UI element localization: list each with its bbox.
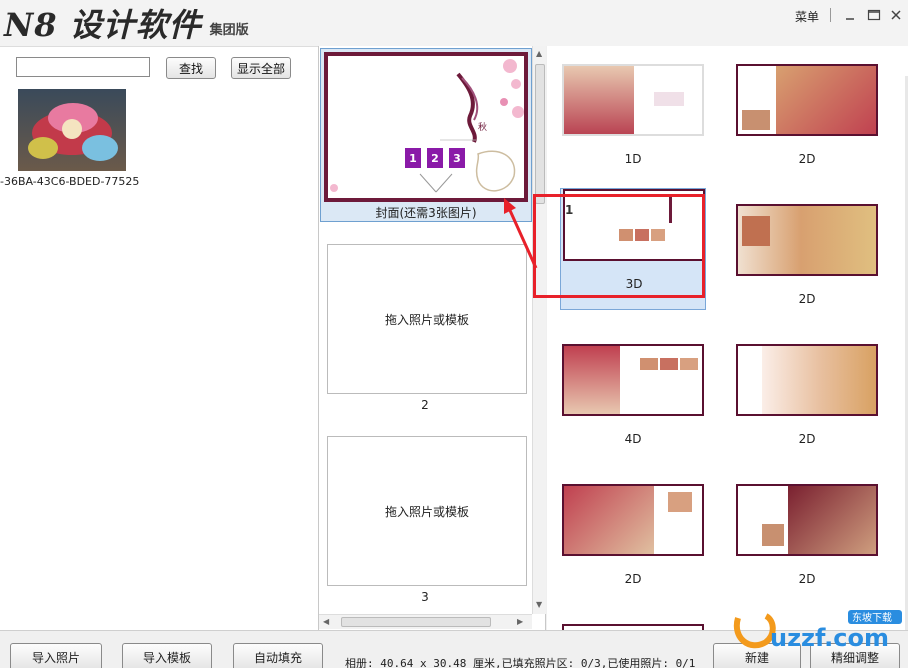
template-preview	[563, 189, 705, 261]
template-label: 1D	[624, 152, 642, 166]
template-preview	[736, 344, 878, 416]
maximize-icon[interactable]	[864, 6, 884, 24]
photo-filename: -36BA-43C6-BDED-77525	[0, 175, 140, 188]
search-button[interactable]: 查找	[166, 57, 216, 79]
template-panel: 1D 2D 1 3D 2D 4D 2D 2D 2D	[547, 46, 908, 630]
template-label: 3D	[625, 277, 643, 291]
show-all-button[interactable]: 显示全部	[231, 57, 291, 79]
selected-badge: 1	[565, 203, 574, 217]
page-number: 2	[421, 398, 429, 412]
menu-button[interactable]: 菜单	[795, 8, 819, 25]
template-item[interactable]: 2D	[560, 484, 706, 606]
auto-fill-button[interactable]: 自动填充	[233, 643, 323, 668]
import-photo-button[interactable]: 导入照片	[10, 643, 102, 668]
album-page-2[interactable]: 拖入照片或模板	[327, 244, 527, 394]
svg-text:秋: 秋	[478, 121, 487, 133]
photo-thumbnail[interactable]	[18, 89, 126, 171]
template-item[interactable]: 4D	[560, 344, 706, 466]
template-label: 2D	[798, 152, 816, 166]
template-label: 4D	[624, 432, 642, 446]
photo-library-panel: 查找 显示全部 -36BA-43C6-BDED-77525	[0, 46, 318, 630]
template-item[interactable]: 1D	[560, 64, 706, 186]
photo-slot-1[interactable]: 1	[405, 148, 421, 168]
scrollbar-thumb[interactable]	[535, 64, 545, 204]
album-status: 相册: 40.64 x 30.48 厘米,已填充照片区: 0/3,已使用照片: …	[345, 657, 696, 668]
highlight-arrow	[504, 198, 538, 269]
template-label: 2D	[798, 292, 816, 306]
scroll-up-icon[interactable]: ▲	[536, 49, 542, 58]
template-preview	[736, 204, 878, 276]
photo-slot-2[interactable]: 2	[427, 148, 443, 168]
album-pages-panel: 秋 1 2 3 封面(还需3张图片) 拖入照片或模板 2 拖入照片或模板 3 ▲…	[318, 46, 546, 630]
scroll-right-icon[interactable]: ▶	[517, 617, 523, 626]
template-label: 2D	[798, 432, 816, 446]
template-preview	[562, 64, 704, 136]
template-label: 2D	[624, 572, 642, 586]
fine-adjust-button[interactable]: 精细调整	[810, 643, 900, 668]
scroll-down-icon[interactable]: ▼	[536, 600, 542, 609]
template-preview	[736, 64, 878, 136]
template-preview	[562, 484, 704, 556]
bottom-toolbar: 导入照片 导入模板 自动填充 相册: 40.64 x 30.48 厘米,已填充照…	[0, 630, 908, 668]
scrollbar-thumb[interactable]	[341, 617, 491, 627]
new-button[interactable]: 新建	[713, 643, 801, 668]
close-icon[interactable]	[886, 6, 906, 24]
photo-slot-3[interactable]: 3	[449, 148, 465, 168]
drop-hint: 拖入照片或模板	[384, 312, 469, 327]
title-bar: N8 设计软件 集团版 菜单	[0, 0, 908, 46]
search-input[interactable]	[16, 57, 150, 77]
album-page-3[interactable]: 拖入照片或模板	[327, 436, 527, 586]
vertical-scrollbar[interactable]: ▲ ▼	[532, 46, 546, 614]
template-item[interactable]: 2D	[734, 484, 880, 606]
template-item[interactable]: 2D	[734, 64, 880, 186]
template-preview	[736, 484, 878, 556]
divider	[830, 8, 831, 22]
logo-sub: 集团版	[209, 23, 249, 38]
app-logo: N8 设计软件 集团版	[4, 4, 249, 44]
template-item-selected[interactable]: 1 3D	[560, 188, 706, 310]
import-template-button[interactable]: 导入模板	[122, 643, 212, 668]
template-item[interactable]: 2D	[734, 204, 880, 326]
minimize-icon[interactable]	[840, 6, 860, 24]
template-preview	[562, 344, 704, 416]
logo-main: N8 设计软件	[4, 6, 202, 44]
scroll-left-icon[interactable]: ◀	[323, 617, 329, 626]
horizontal-scrollbar[interactable]: ◀ ▶	[319, 614, 532, 629]
drop-hint: 拖入照片或模板	[384, 504, 469, 519]
page-number: 3	[421, 590, 429, 604]
template-label: 2D	[798, 572, 816, 586]
cover-preview: 秋 1 2 3	[324, 52, 528, 202]
template-item[interactable]: 2D	[734, 344, 880, 466]
